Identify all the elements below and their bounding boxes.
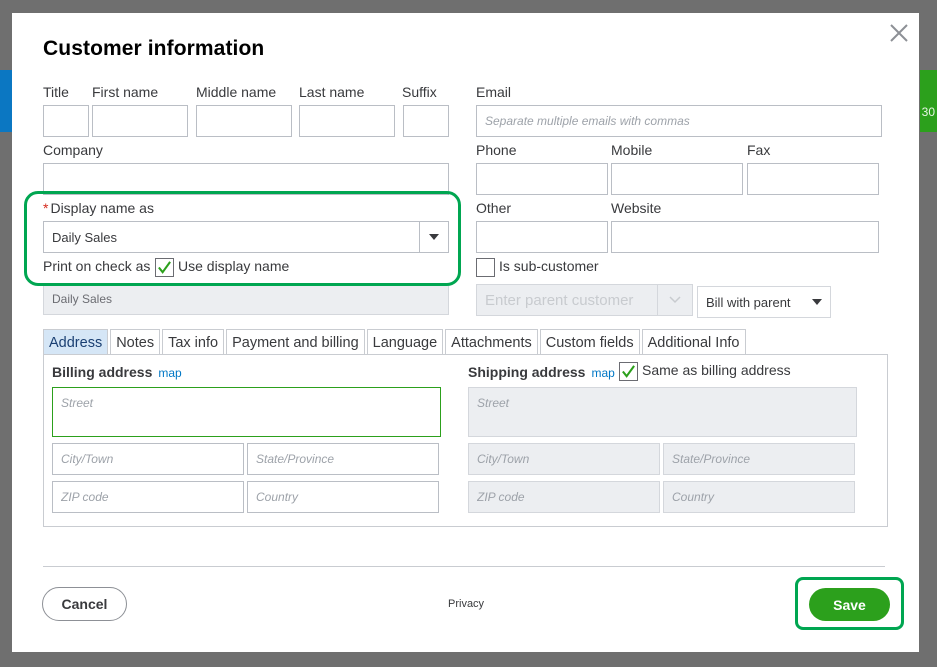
caret-down-icon xyxy=(812,299,822,305)
website-input[interactable] xyxy=(611,221,879,253)
display-name-highlight xyxy=(24,191,461,286)
tab-additional-info[interactable]: Additional Info xyxy=(641,329,746,355)
cancel-button[interactable]: Cancel xyxy=(42,587,127,621)
billing-address-label: Billing address xyxy=(52,364,153,380)
close-icon xyxy=(890,24,908,42)
tab-notes[interactable]: Notes xyxy=(110,329,161,355)
shipping-state-input[interactable] xyxy=(663,443,855,475)
phone-label: Phone xyxy=(476,142,517,158)
background-app-text: 30 xyxy=(921,105,935,119)
tab-custom-fields[interactable]: Custom fields xyxy=(539,329,640,355)
company-label: Company xyxy=(43,142,103,158)
customer-tabs: Address Notes Tax info Payment and billi… xyxy=(43,329,748,355)
shipping-street-input[interactable] xyxy=(468,387,857,437)
mobile-label: Mobile xyxy=(611,142,653,158)
parent-customer-dropdown xyxy=(657,285,692,315)
parent-customer-placeholder: Enter parent customer xyxy=(485,291,634,309)
shipping-map-link[interactable]: map xyxy=(591,366,614,380)
first-name-input[interactable] xyxy=(92,105,188,137)
tab-address[interactable]: Address xyxy=(43,329,109,355)
shipping-zip-input[interactable] xyxy=(468,481,660,513)
same-as-billing-checkbox[interactable] xyxy=(619,362,638,381)
billing-country-input[interactable] xyxy=(247,481,439,513)
save-button[interactable]: Save xyxy=(809,588,890,621)
title-label: Title xyxy=(43,84,69,100)
title-input[interactable] xyxy=(43,105,89,137)
billing-map-link[interactable]: map xyxy=(158,366,181,380)
last-name-input[interactable] xyxy=(299,105,395,137)
middle-name-input[interactable] xyxy=(196,105,292,137)
shipping-city-input[interactable] xyxy=(468,443,660,475)
print-on-check-input[interactable] xyxy=(43,283,449,315)
bill-with-parent-dropdown[interactable] xyxy=(804,299,830,305)
bill-with-parent-value: Bill with parent xyxy=(706,294,791,310)
mobile-input[interactable] xyxy=(611,163,743,195)
same-as-billing-label: Same as billing address xyxy=(642,362,791,378)
customer-information-dialog: Customer information Title First name Mi… xyxy=(12,13,919,652)
suffix-input[interactable] xyxy=(403,105,449,137)
tab-tax-info[interactable]: Tax info xyxy=(162,329,225,355)
sub-customer-checkbox[interactable] xyxy=(476,258,495,277)
other-input[interactable] xyxy=(476,221,608,253)
privacy-link[interactable]: Privacy xyxy=(448,598,484,610)
middle-name-label: Middle name xyxy=(196,84,277,100)
sub-customer-label: Is sub-customer xyxy=(499,258,599,274)
tab-language[interactable]: Language xyxy=(366,329,444,355)
tab-attachments[interactable]: Attachments xyxy=(445,329,538,355)
parent-customer-select: Enter parent customer xyxy=(476,284,693,316)
chevron-down-icon xyxy=(669,296,681,304)
shipping-address-label: Shipping address xyxy=(468,364,586,380)
footer-divider xyxy=(43,566,885,567)
suffix-label: Suffix xyxy=(402,84,437,100)
last-name-label: Last name xyxy=(299,84,365,100)
billing-street-input[interactable] xyxy=(52,387,441,437)
dialog-title: Customer information xyxy=(43,37,265,60)
website-label: Website xyxy=(611,200,662,216)
billing-address-heading: Billing address map xyxy=(52,364,182,380)
billing-state-input[interactable] xyxy=(247,443,439,475)
billing-city-input[interactable] xyxy=(52,443,244,475)
tab-payment-and-billing[interactable]: Payment and billing xyxy=(226,329,365,355)
checkmark-icon xyxy=(622,365,635,378)
shipping-country-input[interactable] xyxy=(663,481,855,513)
billing-zip-input[interactable] xyxy=(52,481,244,513)
other-label: Other xyxy=(476,200,512,216)
background-app-button-right xyxy=(920,70,937,132)
first-name-label: First name xyxy=(92,84,159,100)
fax-input[interactable] xyxy=(747,163,879,195)
background-app-header-left xyxy=(0,70,12,132)
email-input[interactable] xyxy=(476,105,882,137)
fax-label: Fax xyxy=(747,142,771,158)
shipping-address-heading: Shipping address map xyxy=(468,364,615,380)
close-button[interactable] xyxy=(887,21,911,45)
phone-input[interactable] xyxy=(476,163,608,195)
email-label: Email xyxy=(476,84,512,100)
bill-with-parent-select[interactable]: Bill with parent xyxy=(697,286,831,318)
